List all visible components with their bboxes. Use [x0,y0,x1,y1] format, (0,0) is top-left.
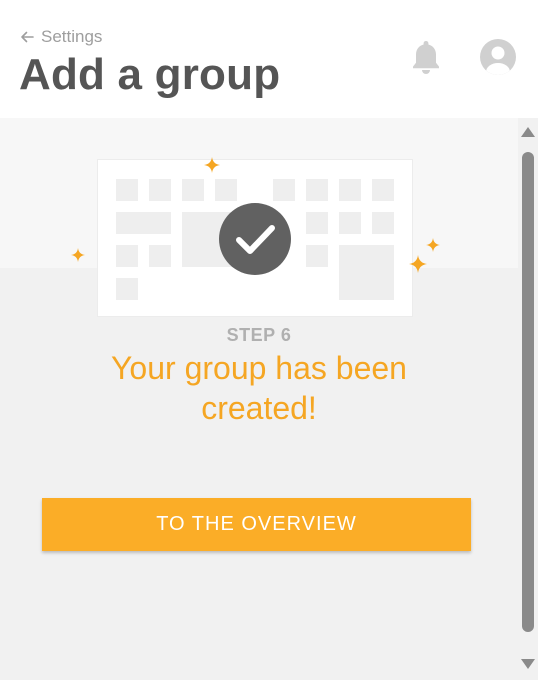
success-badge [219,203,291,275]
grid-cell [116,245,138,267]
scrollbar-thumb[interactable] [522,152,534,632]
arrow-left-icon [21,31,34,43]
sparkle-icon [204,157,220,173]
bell-icon[interactable] [408,38,444,76]
sparkle-icon [71,248,85,262]
grid-cell [372,179,394,201]
scroll-up-arrow-icon[interactable] [521,127,535,137]
scroll-down-arrow-icon[interactable] [521,659,535,669]
sparkle-icon [426,238,440,252]
grid-cell [306,245,328,267]
grid-cell [116,179,138,201]
content-area: STEP 6 Your group has been created! TO T… [0,118,518,680]
back-link-label: Settings [41,27,103,46]
grid-cell [273,179,295,201]
page-header: Settings Add a group [0,0,538,118]
grid-cell [372,212,394,234]
grid-cell [149,245,171,267]
grid-cell [339,245,394,300]
sparkle-icon [409,255,427,273]
to-overview-button[interactable]: TO THE OVERVIEW [42,498,471,551]
grid-cell [306,179,328,201]
page-title: Add a group [19,50,281,99]
checkmark-icon [236,225,275,254]
vertical-scrollbar[interactable] [518,118,538,680]
grid-cell [116,278,138,300]
grid-cell [215,179,237,201]
grid-cell [182,179,204,201]
grid-cell [339,212,361,234]
step-label: STEP 6 [226,325,292,345]
user-avatar-icon[interactable] [478,37,518,77]
grid-cell [116,212,171,234]
grid-cell [339,179,361,201]
back-to-settings-link[interactable]: Settings [20,27,102,47]
success-message: Your group has been created! [111,350,407,426]
grid-cell [149,179,171,201]
grid-cell [306,212,328,234]
